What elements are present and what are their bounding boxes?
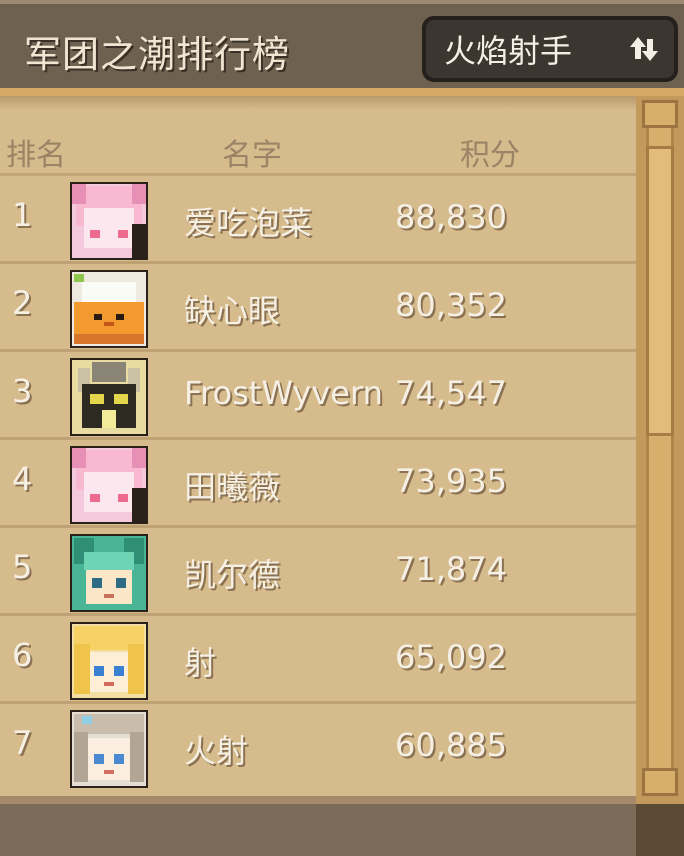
leaderboard-row[interactable]: 5 凯尔德 71,874: [0, 528, 636, 616]
player-name: FrostWyvern: [184, 374, 383, 412]
swap-icon: [630, 37, 658, 61]
player-avatar: [70, 622, 148, 700]
scrollbar[interactable]: [636, 96, 684, 804]
player-avatar: [70, 710, 148, 788]
name-column-header: 名字: [222, 138, 282, 173]
scroll-up-arrow[interactable]: [642, 100, 678, 128]
player-avatar: [70, 446, 148, 524]
player-score: 74,547: [395, 374, 507, 412]
player-avatar: [70, 358, 148, 436]
player-name: 凯尔德: [184, 556, 281, 594]
player-score: 73,935: [395, 462, 507, 500]
faction-name: 火焰射手: [444, 32, 573, 70]
leaderboard-row[interactable]: 4 田曦薇 73,935: [0, 440, 636, 528]
row-rank: 6: [12, 636, 33, 674]
player-score: 88,830: [395, 198, 507, 236]
leaderboard-title: 军团之潮排行榜: [24, 33, 290, 76]
leaderboard-row[interactable]: 7 火射 60,885: [0, 704, 636, 792]
leaderboard-row[interactable]: 3 FrostWyvern 74,547: [0, 352, 636, 440]
row-rank: 1: [12, 196, 33, 234]
player-name: 射: [184, 644, 217, 682]
leaderboard-row[interactable]: 1 爱吃泡菜 88,830: [0, 176, 636, 264]
row-rank: 2: [12, 284, 33, 322]
row-rank: 4: [12, 460, 33, 498]
player-name: 爱吃泡菜: [184, 204, 313, 242]
scroll-down-arrow[interactable]: [642, 768, 678, 796]
player-score: 71,874: [395, 550, 507, 588]
player-avatar: [70, 182, 148, 260]
row-rank: 7: [12, 724, 33, 762]
player-name: 缺心眼: [184, 292, 281, 330]
player-score: 65,092: [395, 638, 507, 676]
player-score: 60,885: [395, 726, 507, 764]
scroll-thumb[interactable]: [646, 146, 674, 436]
row-rank: 5: [12, 548, 33, 586]
leaderboard-row[interactable]: 2 缺心眼 80,352: [0, 264, 636, 352]
player-score: 80,352: [395, 286, 507, 324]
score-column-header: 积分: [460, 138, 520, 173]
faction-switch-button[interactable]: 火焰射手: [422, 16, 678, 82]
rank-column-header: 排名: [6, 138, 66, 173]
footer-bar: [0, 804, 684, 856]
player-avatar: [70, 270, 148, 348]
header-edge: [0, 88, 684, 96]
leaderboard-row[interactable]: 6 射 65,092: [0, 616, 636, 704]
row-rank: 3: [12, 372, 33, 410]
leaderboard-header: 军团之潮排行榜 火焰射手: [0, 0, 684, 92]
player-name: 田曦薇: [184, 468, 281, 506]
player-name: 火射: [184, 732, 249, 770]
player-avatar: [70, 534, 148, 612]
